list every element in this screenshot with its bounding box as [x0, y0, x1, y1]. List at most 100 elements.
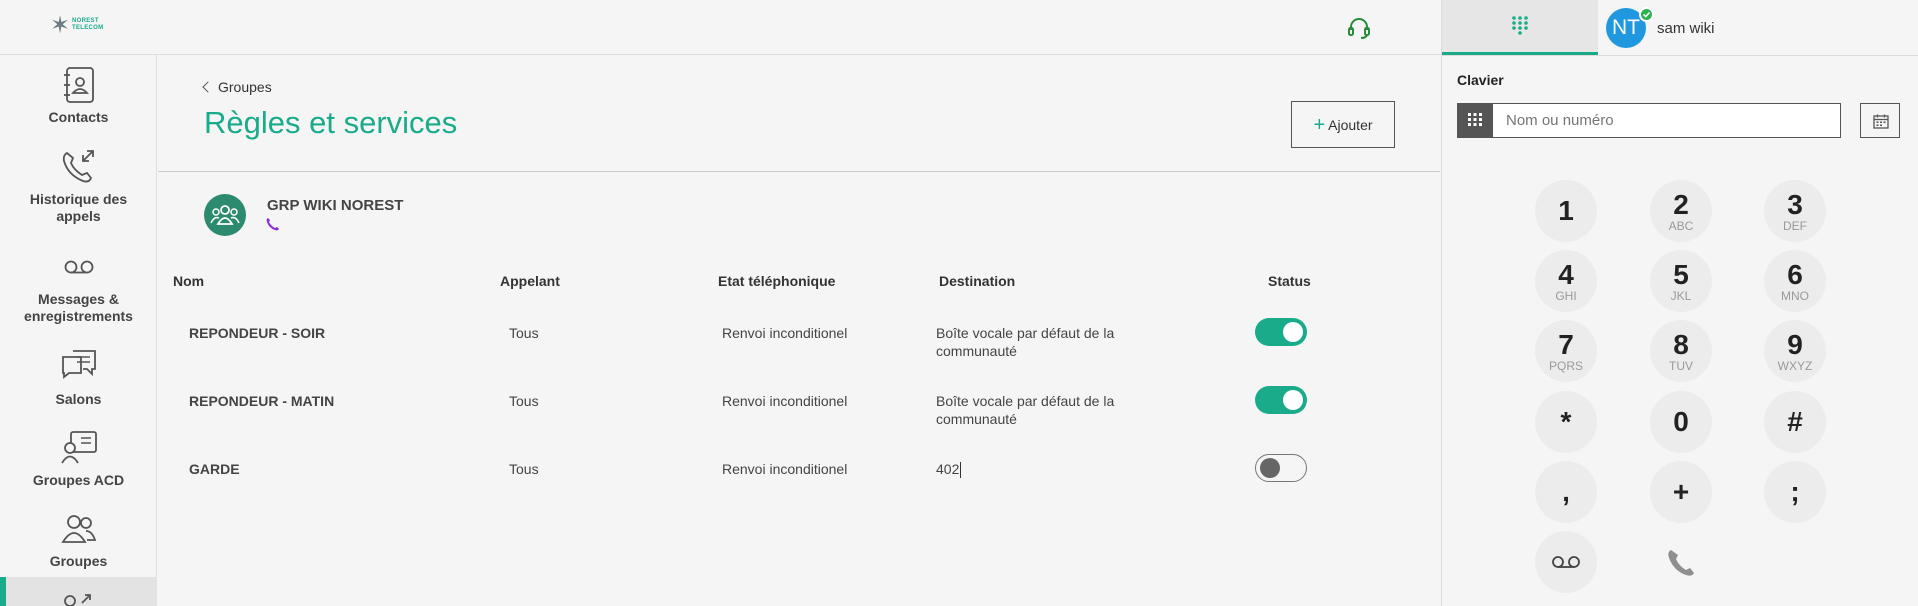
- key-plus[interactable]: +: [1650, 461, 1712, 523]
- key-letters: ABC: [1668, 219, 1694, 233]
- top-bar: ✶ NOREST TELECOM: [0, 0, 1441, 55]
- key-digit: 4: [1558, 259, 1574, 290]
- group-name: GRP WIKI NOREST: [267, 197, 404, 214]
- rule-name: REPONDEUR - SOIR: [189, 325, 326, 341]
- add-button[interactable]: + Ajouter: [1291, 101, 1395, 148]
- sidebar-item-historique[interactable]: Historique des appels: [0, 147, 157, 225]
- norest-logo[interactable]: ✶ NOREST TELECOM: [50, 12, 110, 42]
- sidebar-label-contacts: Contacts: [48, 109, 109, 125]
- rule-destination: Boîte vocale par défaut de la communauté: [936, 392, 1114, 428]
- key-8[interactable]: 8 TUV: [1650, 320, 1712, 382]
- key-digit: 8: [1673, 329, 1689, 360]
- dial-number-input[interactable]: [1494, 104, 1838, 137]
- key-comma[interactable]: ,: [1535, 461, 1597, 523]
- dialer-title: Clavier: [1457, 72, 1504, 88]
- status-toggle[interactable]: [1255, 386, 1307, 414]
- sidebar: Contacts Historique des appels Messages …: [0, 55, 157, 606]
- column-header-etat[interactable]: Etat téléphonique: [718, 273, 835, 289]
- dialer-panel: NT sam wiki Clavier 1 2ABC 3DEF 4GHI 5JK…: [1441, 0, 1918, 606]
- key-semicolon[interactable]: ;: [1764, 461, 1826, 523]
- acd-group-icon: [60, 431, 97, 464]
- key-digit: ;: [1790, 476, 1800, 507]
- toggle-knob: [1283, 322, 1303, 342]
- key-5[interactable]: 5 JKL: [1650, 250, 1712, 312]
- contacts-book-icon: [63, 67, 94, 103]
- phone-icon: [1668, 550, 1694, 576]
- key-6[interactable]: 6 MNO: [1764, 250, 1826, 312]
- key-7[interactable]: 7 PQRS: [1535, 320, 1597, 382]
- logo-line2: TELECOM: [72, 25, 104, 31]
- key-digit: 3: [1787, 189, 1803, 220]
- keypad-icon: [1512, 16, 1528, 35]
- active-indicator: [0, 577, 6, 606]
- key-hash[interactable]: #: [1764, 391, 1826, 453]
- rule-caller: Tous: [509, 325, 539, 341]
- key-digit: 1: [1558, 195, 1574, 226]
- column-header-status[interactable]: Status: [1268, 273, 1311, 289]
- voicemail-icon: [1552, 556, 1580, 568]
- key-digit: 6: [1787, 259, 1803, 290]
- key-3[interactable]: 3 DEF: [1764, 180, 1826, 242]
- destination-line1: 402: [936, 461, 960, 477]
- column-header-nom[interactable]: Nom: [173, 273, 204, 289]
- voicemail-key[interactable]: [1535, 531, 1597, 593]
- plus-icon: +: [1313, 113, 1326, 136]
- key-letters: DEF: [1783, 219, 1807, 233]
- rule-destination: 402: [936, 460, 962, 479]
- toggle-knob: [1260, 458, 1280, 478]
- group-people-icon: [210, 205, 240, 225]
- add-button-label: Ajouter: [1328, 116, 1373, 133]
- destination-line1: Boîte vocale par défaut de la: [936, 325, 1115, 341]
- key-2[interactable]: 2 ABC: [1650, 180, 1712, 242]
- rules-forward-icon: [64, 594, 91, 606]
- sidebar-label-groupes-acd: Groupes ACD: [32, 472, 125, 488]
- sidebar-label-historique: Historique des appels: [29, 191, 128, 224]
- status-toggle[interactable]: [1255, 454, 1307, 482]
- key-digit: 2: [1673, 189, 1689, 220]
- key-digit: 5: [1673, 259, 1689, 290]
- key-letters: TUV: [1669, 359, 1693, 373]
- key-1[interactable]: 1: [1535, 180, 1597, 242]
- key-star[interactable]: *: [1535, 391, 1597, 453]
- sidebar-item-messages[interactable]: Messages & enregistrements: [0, 247, 157, 325]
- headset-icon[interactable]: [1346, 15, 1372, 41]
- logo-line1: NOREST: [72, 18, 99, 24]
- phone-icon: [266, 218, 279, 231]
- destination-line1: Boîte vocale par défaut de la: [936, 393, 1115, 409]
- sidebar-item-salons[interactable]: Salons: [0, 347, 157, 408]
- main-content: Groupes Règles et services + Ajouter GRP …: [158, 55, 1440, 606]
- key-letters: MNO: [1781, 289, 1809, 303]
- key-letters: GHI: [1555, 289, 1577, 303]
- breadcrumb[interactable]: Groupes: [202, 79, 272, 95]
- rule-caller: Tous: [509, 393, 539, 409]
- user-name[interactable]: sam wiki: [1657, 20, 1715, 37]
- sidebar-item-groupes[interactable]: Groupes: [0, 509, 157, 570]
- tab-keypad[interactable]: [1442, 0, 1598, 55]
- destination-line2: communauté: [936, 343, 1017, 359]
- column-header-destination[interactable]: Destination: [939, 273, 1015, 289]
- key-4[interactable]: 4 GHI: [1535, 250, 1597, 312]
- sidebar-item-contacts[interactable]: Contacts: [0, 65, 157, 126]
- dial-input-wrap: [1457, 103, 1841, 138]
- call-button[interactable]: [1664, 546, 1698, 580]
- status-toggle[interactable]: [1255, 318, 1307, 346]
- key-9[interactable]: 9 WXYZ: [1764, 320, 1826, 382]
- rule-state: Renvoi inconditionel: [722, 325, 848, 341]
- rule-caller: Tous: [509, 461, 539, 477]
- rule-destination: Boîte vocale par défaut de la communauté: [936, 324, 1114, 360]
- sidebar-label-groupes: Groupes: [49, 553, 108, 569]
- logo-star-icon: ✶: [50, 12, 71, 39]
- key-0[interactable]: 0: [1650, 391, 1712, 453]
- rule-name: REPONDEUR - MATIN: [189, 393, 335, 409]
- rule-state: Renvoi inconditionel: [722, 393, 848, 409]
- key-digit: ,: [1562, 476, 1570, 507]
- sidebar-item-active[interactable]: [0, 577, 157, 606]
- key-digit: #: [1787, 406, 1803, 437]
- sidebar-item-groupes-acd[interactable]: Groupes ACD: [0, 428, 157, 489]
- dialpad-icon[interactable]: [1458, 104, 1493, 137]
- chevron-left-icon: [202, 81, 214, 93]
- calendar-button[interactable]: [1860, 103, 1900, 138]
- key-digit: *: [1560, 406, 1572, 437]
- group-avatar: [204, 194, 246, 236]
- column-header-appelant[interactable]: Appelant: [500, 273, 560, 289]
